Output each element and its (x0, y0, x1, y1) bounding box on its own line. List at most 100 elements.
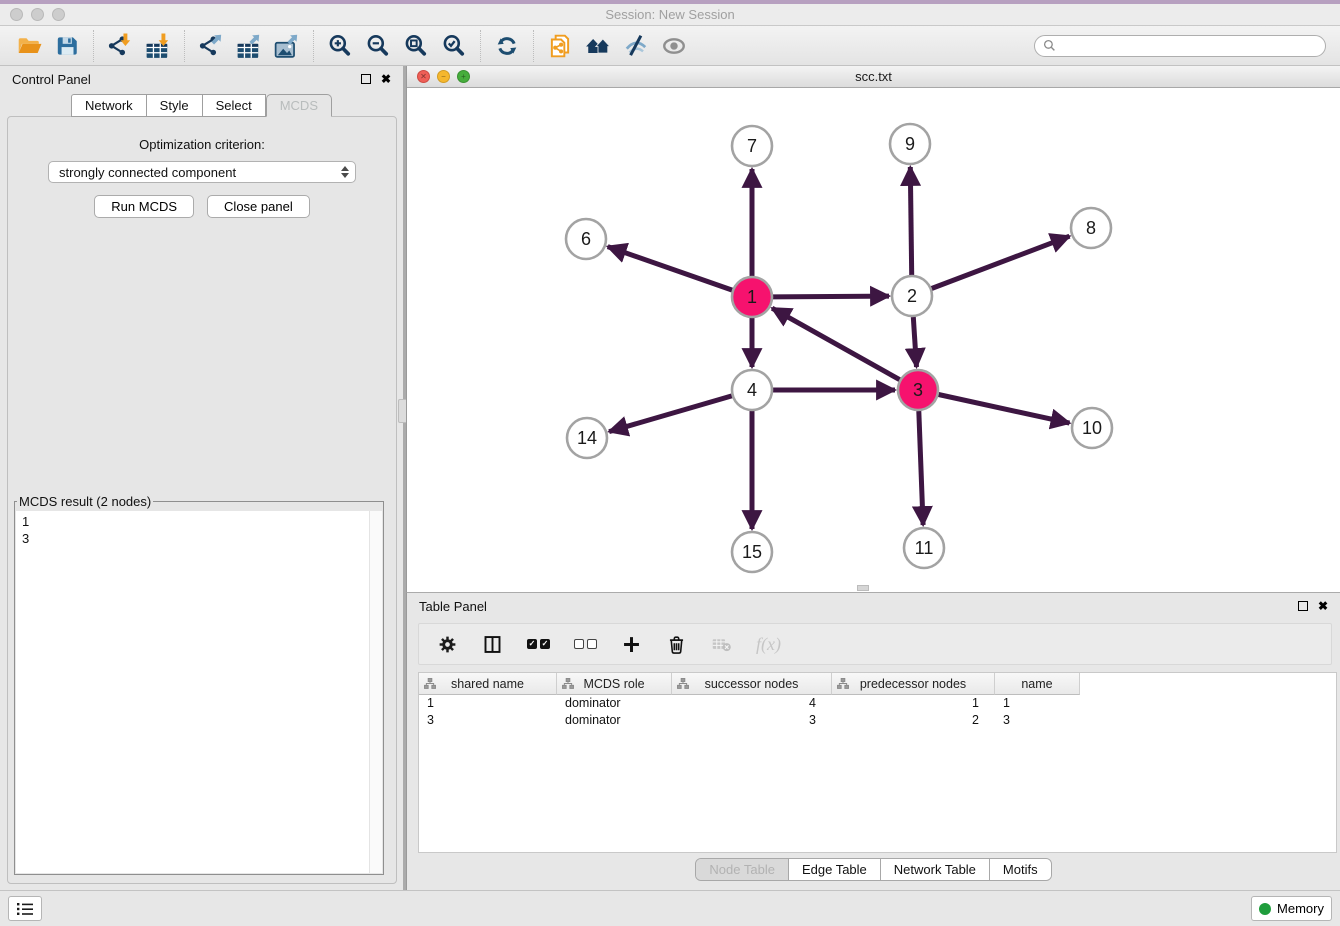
node-15[interactable]: 15 (732, 532, 772, 572)
tab-select[interactable]: Select (203, 94, 266, 117)
select-all-button[interactable]: ✓✓ (527, 639, 550, 649)
node-2[interactable]: 2 (892, 276, 932, 316)
eye-button[interactable] (655, 30, 693, 62)
run-mcds-button[interactable]: Run MCDS (94, 195, 194, 218)
edge-1-6[interactable] (608, 247, 733, 291)
control-panel: Control Panel ✖ NetworkStyleSelectMCDS O… (0, 66, 403, 890)
export-network-button[interactable] (192, 30, 230, 62)
table-row[interactable]: 1dominator411 (419, 695, 1336, 712)
mcds-result-textarea[interactable]: 1 3 (16, 511, 382, 873)
eye-slash-button[interactable] (617, 30, 655, 62)
tab-network[interactable]: Network (71, 94, 147, 117)
node-6[interactable]: 6 (566, 219, 606, 259)
table-tabs: Node TableEdge TableNetwork TableMotifs (695, 858, 1051, 881)
network-canvas[interactable]: 7 9 6 8 1 2 4 3 14 10 15 11 (407, 88, 1340, 591)
delete-table-button (711, 634, 732, 655)
trash-icon (666, 634, 687, 655)
close-panel-button[interactable]: Close panel (207, 195, 310, 218)
zoom-fit-button[interactable] (397, 30, 435, 62)
zoom-in-button[interactable] (321, 30, 359, 62)
memory-button[interactable]: Memory (1251, 896, 1332, 921)
canvas-resize-handle[interactable] (857, 585, 869, 591)
criterion-selected-value: strongly connected component (59, 165, 341, 180)
node-3[interactable]: 3 (898, 370, 938, 410)
node-11[interactable]: 11 (904, 528, 944, 568)
criterion-select[interactable]: strongly connected component (48, 161, 356, 183)
export-table-button[interactable] (230, 30, 268, 62)
tab-edge-table[interactable]: Edge Table (788, 859, 880, 880)
houses-button[interactable] (579, 30, 617, 62)
table-body: 1dominator4113dominator323 (419, 695, 1336, 728)
task-history-button[interactable] (8, 896, 42, 921)
column-header-predecessor-nodes[interactable]: predecessor nodes (832, 673, 995, 695)
edge-2-8[interactable] (932, 236, 1070, 288)
cell-successor-nodes: 4 (672, 696, 832, 710)
import-network-button[interactable] (101, 30, 139, 62)
export-image-button[interactable] (268, 30, 306, 62)
column-header-name[interactable]: name (995, 673, 1080, 695)
trash-button[interactable] (666, 634, 687, 655)
tab-style[interactable]: Style (147, 94, 203, 117)
refresh-button[interactable] (488, 30, 526, 62)
zoom-selected-button[interactable] (435, 30, 473, 62)
column-header-MCDS-role[interactable]: MCDS role (557, 673, 672, 695)
import-table-button[interactable] (139, 30, 177, 62)
node-label: 11 (915, 538, 934, 558)
node-9[interactable]: 9 (890, 124, 930, 164)
edge-4-14[interactable] (609, 396, 732, 432)
delete-table-icon (711, 634, 732, 655)
export-network-icon (198, 33, 224, 59)
edge-1-2[interactable] (773, 296, 889, 297)
eye-slash-icon (623, 33, 649, 59)
toolbar-separator (533, 30, 534, 62)
export-image-icon (274, 33, 300, 59)
result-scrollbar[interactable] (369, 511, 382, 873)
network-window-titlebar[interactable]: ✕ − + scc.txt (407, 66, 1340, 88)
edge-3-10[interactable] (939, 395, 1070, 424)
tab-motifs[interactable]: Motifs (989, 859, 1051, 880)
add-button[interactable] (621, 634, 642, 655)
zoom-fit-icon (403, 33, 429, 59)
save-button[interactable] (48, 30, 86, 62)
cell-MCDS-role: dominator (557, 696, 672, 710)
table-row[interactable]: 3dominator323 (419, 712, 1336, 729)
search-input[interactable] (1061, 38, 1317, 53)
gear-button[interactable] (437, 634, 458, 655)
edge-2-9[interactable] (910, 167, 911, 275)
node-7[interactable]: 7 (732, 126, 772, 166)
search-box[interactable] (1034, 35, 1326, 57)
node-label: 9 (905, 134, 915, 154)
toolbar-separator (93, 30, 94, 62)
select-all-icon: ✓✓ (527, 639, 550, 649)
close-panel-icon[interactable]: ✖ (381, 73, 391, 85)
columns-button[interactable] (482, 634, 503, 655)
columns-icon (482, 634, 503, 655)
cell-predecessor-nodes: 2 (832, 713, 995, 727)
column-header-shared-name[interactable]: shared name (419, 673, 557, 695)
column-header-successor-nodes[interactable]: successor nodes (672, 673, 832, 695)
zoom-out-button[interactable] (359, 30, 397, 62)
table-panel-title: Table Panel (419, 599, 1288, 614)
tab-node-table[interactable]: Node Table (696, 859, 788, 880)
cell-predecessor-nodes: 1 (832, 696, 995, 710)
edge-3-1[interactable] (772, 308, 900, 380)
tab-network-table[interactable]: Network Table (880, 859, 989, 880)
tab-mcds[interactable]: MCDS (266, 94, 332, 117)
folder-open-button[interactable] (10, 30, 48, 62)
table-float-panel-icon[interactable] (1298, 601, 1308, 611)
node-4[interactable]: 4 (732, 370, 772, 410)
edge-2-3[interactable] (913, 317, 916, 367)
node-8[interactable]: 8 (1071, 208, 1111, 248)
save-icon (54, 33, 80, 59)
mcds-tab-content: Optimization criterion: strongly connect… (7, 116, 397, 884)
titlebar: Session: New Session (0, 0, 1340, 26)
float-panel-icon[interactable] (361, 74, 371, 84)
node-14[interactable]: 14 (567, 418, 607, 458)
node-10[interactable]: 10 (1072, 408, 1112, 448)
table-close-panel-icon[interactable]: ✖ (1318, 600, 1328, 612)
deselect-all-button[interactable] (574, 639, 597, 649)
duplicate-network-button[interactable] (541, 30, 579, 62)
zoom-in-icon (327, 33, 353, 59)
edge-3-11[interactable] (919, 411, 923, 525)
node-1[interactable]: 1 (732, 277, 772, 317)
